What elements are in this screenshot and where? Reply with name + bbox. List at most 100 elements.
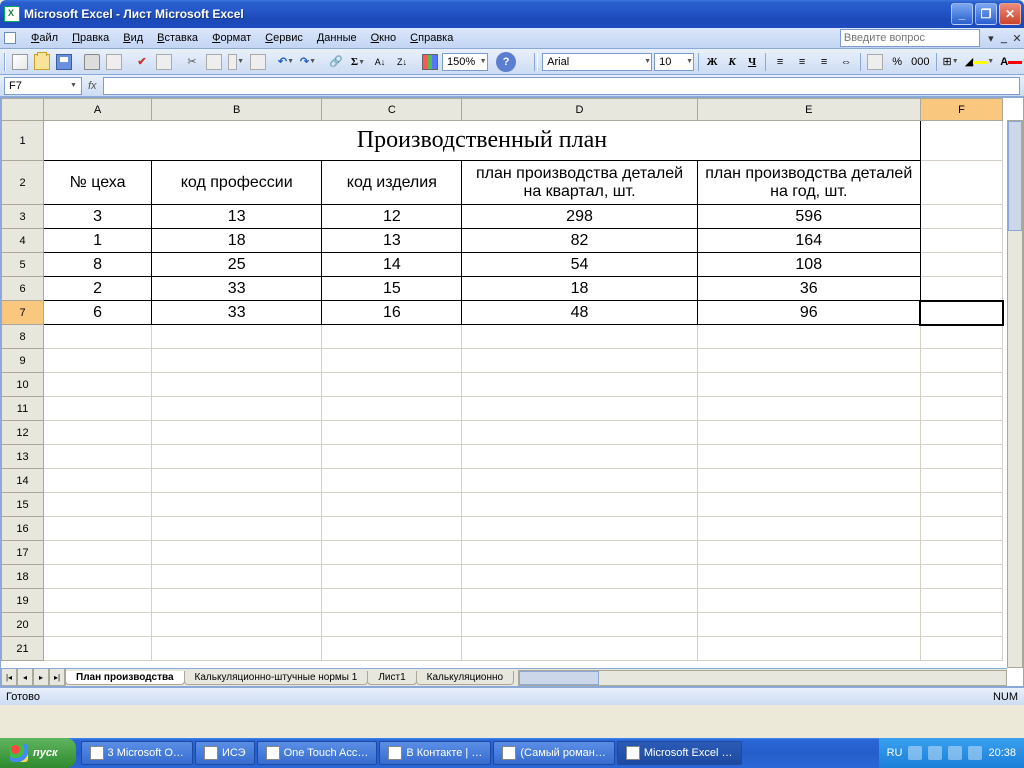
- cell-E3[interactable]: 596: [697, 205, 920, 229]
- cell-B5[interactable]: 25: [152, 253, 322, 277]
- cell-E5[interactable]: 108: [697, 253, 920, 277]
- align-center-button[interactable]: ≡: [792, 52, 812, 72]
- cell-D18[interactable]: [462, 565, 697, 589]
- cell-A18[interactable]: [44, 565, 152, 589]
- cell-F2[interactable]: [920, 161, 1002, 205]
- cell-A13[interactable]: [44, 445, 152, 469]
- sheet-tab[interactable]: План производства: [65, 671, 185, 685]
- cell-D12[interactable]: [462, 421, 697, 445]
- spreadsheet-grid[interactable]: ABCDEF1Производственный план2№ цехакод п…: [0, 97, 1024, 687]
- cell-E19[interactable]: [697, 589, 920, 613]
- align-right-button[interactable]: ≡: [814, 52, 834, 72]
- cell-F5[interactable]: [920, 253, 1002, 277]
- cell-C14[interactable]: [322, 469, 462, 493]
- cell-E2[interactable]: план производства деталей на год, шт.: [697, 161, 920, 205]
- tab-nav-first[interactable]: |◂: [1, 669, 17, 686]
- cell-F18[interactable]: [920, 565, 1002, 589]
- cell-E13[interactable]: [697, 445, 920, 469]
- cell-E16[interactable]: [697, 517, 920, 541]
- taskbar-button[interactable]: ИСЭ: [195, 741, 255, 765]
- menu-сервис[interactable]: Сервис: [258, 30, 310, 46]
- cell-A5[interactable]: 8: [44, 253, 152, 277]
- doc-minimize-button[interactable]: _: [1001, 32, 1007, 44]
- cell-A15[interactable]: [44, 493, 152, 517]
- cell-A19[interactable]: [44, 589, 152, 613]
- comma-button[interactable]: 000: [909, 52, 931, 72]
- cell-D3[interactable]: 298: [462, 205, 697, 229]
- cell-F16[interactable]: [920, 517, 1002, 541]
- cell-E10[interactable]: [697, 373, 920, 397]
- taskbar-button[interactable]: В Контакте | …: [379, 741, 491, 765]
- cell-A8[interactable]: [44, 325, 152, 349]
- cell-B10[interactable]: [152, 373, 322, 397]
- spell-button[interactable]: ✔: [132, 52, 152, 72]
- row-header-10[interactable]: 10: [2, 373, 44, 397]
- undo-button[interactable]: ↶▼: [276, 52, 296, 72]
- cell-D7[interactable]: 48: [462, 301, 697, 325]
- close-button[interactable]: ✕: [999, 3, 1021, 25]
- cut-button[interactable]: ✂: [182, 52, 202, 72]
- cell-A16[interactable]: [44, 517, 152, 541]
- open-button[interactable]: [32, 52, 52, 72]
- menu-вид[interactable]: Вид: [116, 30, 150, 46]
- cell-B12[interactable]: [152, 421, 322, 445]
- column-header-A[interactable]: A: [44, 99, 152, 121]
- cell-D2[interactable]: план производства деталей на квартал, шт…: [462, 161, 697, 205]
- tray-icon[interactable]: [948, 746, 962, 760]
- font-name-box[interactable]: Arial ▼: [542, 53, 652, 71]
- cell-F1[interactable]: [920, 121, 1002, 161]
- cell-F12[interactable]: [920, 421, 1002, 445]
- cell-F4[interactable]: [920, 229, 1002, 253]
- row-header-3[interactable]: 3: [2, 205, 44, 229]
- cell-E15[interactable]: [697, 493, 920, 517]
- row-header-9[interactable]: 9: [2, 349, 44, 373]
- tray-icon[interactable]: [908, 746, 922, 760]
- cell-A4[interactable]: 1: [44, 229, 152, 253]
- cell-A11[interactable]: [44, 397, 152, 421]
- cell-E17[interactable]: [697, 541, 920, 565]
- row-header-16[interactable]: 16: [2, 517, 44, 541]
- tray-icon[interactable]: [968, 746, 982, 760]
- cell-A10[interactable]: [44, 373, 152, 397]
- italic-button[interactable]: К: [723, 52, 741, 72]
- vertical-scrollbar[interactable]: [1007, 120, 1023, 668]
- percent-button[interactable]: %: [887, 52, 907, 72]
- print-button[interactable]: [82, 52, 102, 72]
- taskbar-button[interactable]: (Самый роман…: [493, 741, 615, 765]
- cell-E8[interactable]: [697, 325, 920, 349]
- menu-справка[interactable]: Справка: [403, 30, 460, 46]
- new-button[interactable]: [10, 52, 30, 72]
- cell-E4[interactable]: 164: [697, 229, 920, 253]
- cell-C21[interactable]: [322, 637, 462, 661]
- cell-E11[interactable]: [697, 397, 920, 421]
- cell-B14[interactable]: [152, 469, 322, 493]
- cell-B7[interactable]: 33: [152, 301, 322, 325]
- cell-E12[interactable]: [697, 421, 920, 445]
- cell-D16[interactable]: [462, 517, 697, 541]
- cell-F8[interactable]: [920, 325, 1002, 349]
- row-header-14[interactable]: 14: [2, 469, 44, 493]
- cell-B3[interactable]: 13: [152, 205, 322, 229]
- name-box[interactable]: F7 ▼: [4, 77, 82, 95]
- bold-button[interactable]: Ж: [703, 52, 721, 72]
- horizontal-scrollbar[interactable]: [518, 670, 1007, 686]
- taskbar-button[interactable]: One Touch Acc…: [257, 741, 378, 765]
- start-button[interactable]: пуск: [0, 738, 76, 768]
- font-size-box[interactable]: 10 ▼: [654, 53, 694, 71]
- row-header-15[interactable]: 15: [2, 493, 44, 517]
- row-header-19[interactable]: 19: [2, 589, 44, 613]
- sheet-tab[interactable]: Калькуляционно-штучные нормы 1: [184, 671, 369, 685]
- cell-C16[interactable]: [322, 517, 462, 541]
- system-tray[interactable]: RU 20:38: [879, 738, 1024, 768]
- row-header-20[interactable]: 20: [2, 613, 44, 637]
- workbook-icon[interactable]: [4, 32, 16, 44]
- cell-F17[interactable]: [920, 541, 1002, 565]
- cell-B8[interactable]: [152, 325, 322, 349]
- tab-nav-last[interactable]: ▸|: [49, 669, 65, 686]
- cell-B6[interactable]: 33: [152, 277, 322, 301]
- cell-D19[interactable]: [462, 589, 697, 613]
- chart-button[interactable]: [420, 52, 440, 72]
- cell-D10[interactable]: [462, 373, 697, 397]
- cell-F11[interactable]: [920, 397, 1002, 421]
- redo-button[interactable]: ↷▼: [298, 52, 318, 72]
